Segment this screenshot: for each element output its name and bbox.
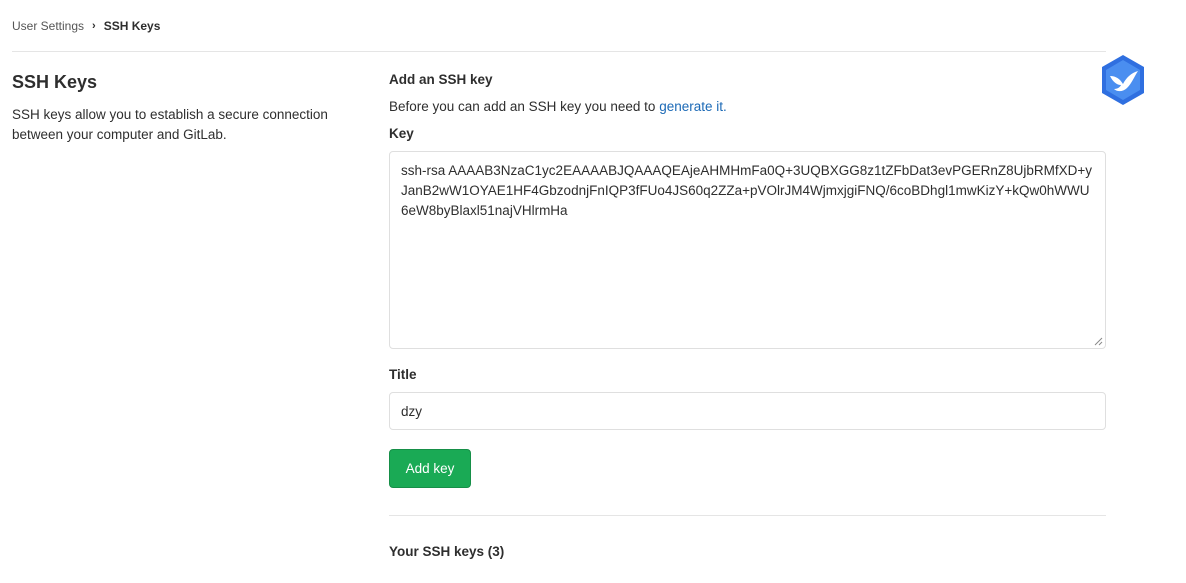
add-key-help: Before you can add an SSH key you need t… — [389, 99, 1106, 114]
key-label: Key — [389, 126, 414, 141]
your-keys-heading: Your SSH keys (3) — [389, 544, 505, 559]
resize-grip-icon[interactable] — [1093, 336, 1103, 346]
top-divider — [12, 51, 1106, 52]
bird-shield-icon[interactable] — [1096, 53, 1150, 107]
key-textarea[interactable]: ssh-rsa AAAAB3NzaC1yc2EAAAABJQAAAQEAjeAH… — [389, 151, 1106, 349]
help-prefix: Before you can add an SSH key you need t… — [389, 99, 660, 114]
key-value: ssh-rsa AAAAB3NzaC1yc2EAAAABJQAAAQEAjeAH… — [401, 163, 1092, 218]
breadcrumb-current: SSH Keys — [103, 19, 161, 33]
section-divider — [389, 515, 1106, 516]
title-input[interactable]: dzy — [389, 392, 1106, 430]
title-value: dzy — [401, 403, 423, 419]
add-key-heading: Add an SSH key — [389, 72, 493, 87]
page-title: SSH Keys — [12, 72, 98, 92]
breadcrumb-user-settings[interactable]: User Settings — [12, 19, 84, 33]
ssh-keys-page: User Settings › SSH Keys SSH Keys SSH ke… — [0, 0, 1186, 583]
page-description: SSH keys allow you to establish a secure… — [12, 107, 328, 142]
add-key-button[interactable]: Add key — [389, 449, 471, 488]
add-key-form: Add an SSH key Before you can add an SSH… — [389, 72, 1106, 559]
breadcrumb-separator: › — [92, 20, 96, 32]
intro-panel: SSH Keys SSH keys allow you to establish… — [12, 72, 362, 145]
title-label: Title — [389, 367, 417, 382]
generate-key-link[interactable]: generate it. — [659, 99, 727, 114]
breadcrumb: User Settings › SSH Keys — [12, 19, 160, 33]
